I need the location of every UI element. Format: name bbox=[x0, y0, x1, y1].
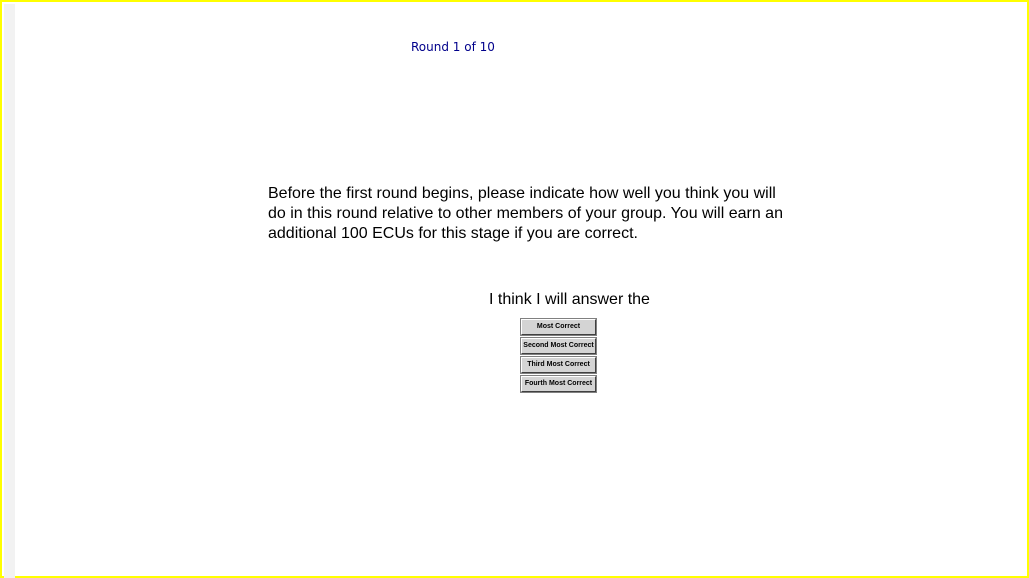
fourth-most-correct-button[interactable]: Fourth Most Correct bbox=[520, 375, 597, 393]
most-correct-button[interactable]: Most Correct bbox=[520, 318, 597, 336]
third-most-correct-button[interactable]: Third Most Correct bbox=[520, 356, 597, 374]
left-margin-strip bbox=[4, 4, 15, 578]
page-frame: Round 1 of 10 Before the first round beg… bbox=[0, 0, 1029, 578]
rank-options: Most Correct Second Most Correct Third M… bbox=[520, 318, 597, 395]
rank-prompt: I think I will answer the bbox=[489, 291, 650, 308]
second-most-correct-button[interactable]: Second Most Correct bbox=[520, 337, 597, 355]
round-indicator: Round 1 of 10 bbox=[411, 40, 495, 54]
instructions-text: Before the first round begins, please in… bbox=[268, 185, 783, 242]
